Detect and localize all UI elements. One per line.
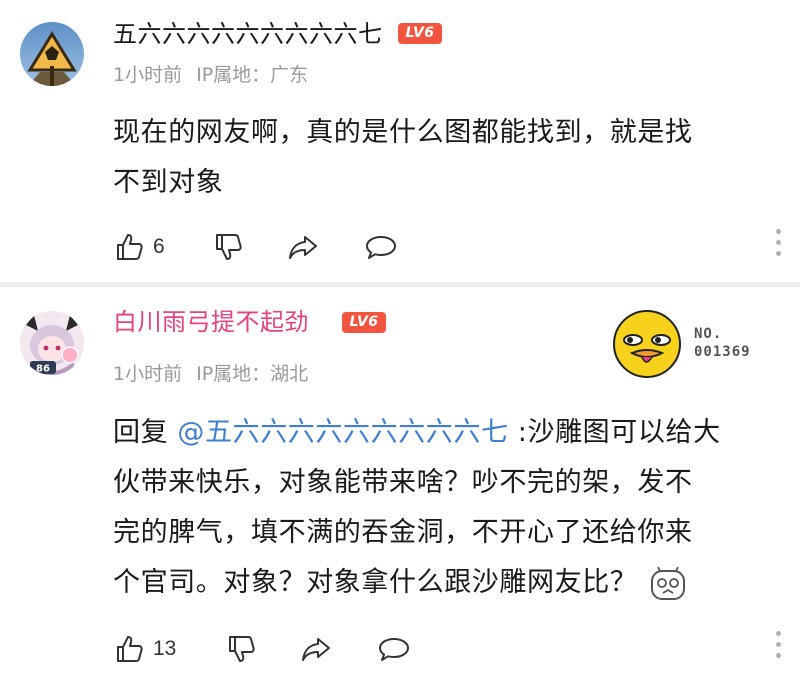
thumbs-down-icon: [216, 234, 242, 260]
like-button[interactable]: 6: [115, 227, 165, 267]
comment-actions: 6: [113, 227, 783, 267]
username[interactable]: 白川雨弓提不起劲: [113, 305, 309, 339]
comment-actions: 13: [113, 629, 783, 669]
comment-item: 86 白川雨弓提不起劲 LV6 1小时前 IP属地：湖北 NO. 001369 回…: [0, 287, 800, 686]
comment-meta: 1小时前 IP属地：湖北: [113, 361, 308, 387]
triangle-warning-avatar-icon: [20, 22, 84, 86]
dislike-button[interactable]: [214, 227, 244, 267]
comment-text: 回复 @五六六六六六六六六六七 :沙雕图可以给大 伙带来快乐，对象能带来啥？吵不…: [113, 408, 773, 608]
like-count: 6: [153, 235, 165, 258]
level-badge: LV6: [398, 23, 442, 44]
share-button[interactable]: [287, 227, 319, 267]
ip-location: IP属地：广东: [196, 64, 309, 86]
ip-location: IP属地：湖北: [196, 363, 309, 385]
like-button[interactable]: 13: [115, 629, 176, 669]
thumbs-up-icon: [117, 234, 143, 260]
robot-face-emoji-icon: [651, 566, 686, 600]
duck-sticker-icon: [612, 309, 682, 379]
reply-button[interactable]: [364, 227, 398, 267]
avatar[interactable]: 86: [20, 311, 84, 375]
share-icon: [289, 236, 317, 259]
username[interactable]: 五六六六六六六六六六七: [113, 17, 383, 51]
anime-girl-avatar-icon: 86: [20, 311, 84, 375]
comment-time: 1小时前: [113, 363, 183, 385]
like-count: 13: [153, 637, 177, 660]
comment-item: 五六六六六六六六六六七 LV6 1小时前 IP属地：广东 现在的网友啊，真的是什么…: [0, 0, 800, 282]
share-icon: [302, 638, 330, 661]
comment-meta: 1小时前 IP属地：广东: [113, 62, 308, 88]
sticker-number: NO. 001369: [694, 326, 751, 360]
thumbs-down-icon: [229, 636, 255, 662]
comment-time: 1小时前: [113, 64, 183, 86]
comment-bubble-icon: [379, 638, 409, 661]
avatar[interactable]: [20, 22, 84, 86]
reply-prefix: 回复: [113, 417, 178, 448]
comment-bubble-icon: [366, 236, 396, 259]
dislike-button[interactable]: [227, 629, 257, 669]
thumbs-up-icon: [117, 636, 143, 662]
reply-button[interactable]: [377, 629, 411, 669]
comment-text: 现在的网友啊，真的是什么图都能找到，就是找 不到对象: [113, 117, 693, 198]
share-button[interactable]: [300, 629, 332, 669]
more-options-icon[interactable]: [773, 631, 783, 665]
more-options-icon[interactable]: [773, 229, 783, 263]
avatar-badge-number: 86: [36, 364, 50, 375]
level-badge: LV6: [342, 312, 386, 333]
mention-link[interactable]: @五六六六六六六六六六七: [177, 417, 508, 448]
